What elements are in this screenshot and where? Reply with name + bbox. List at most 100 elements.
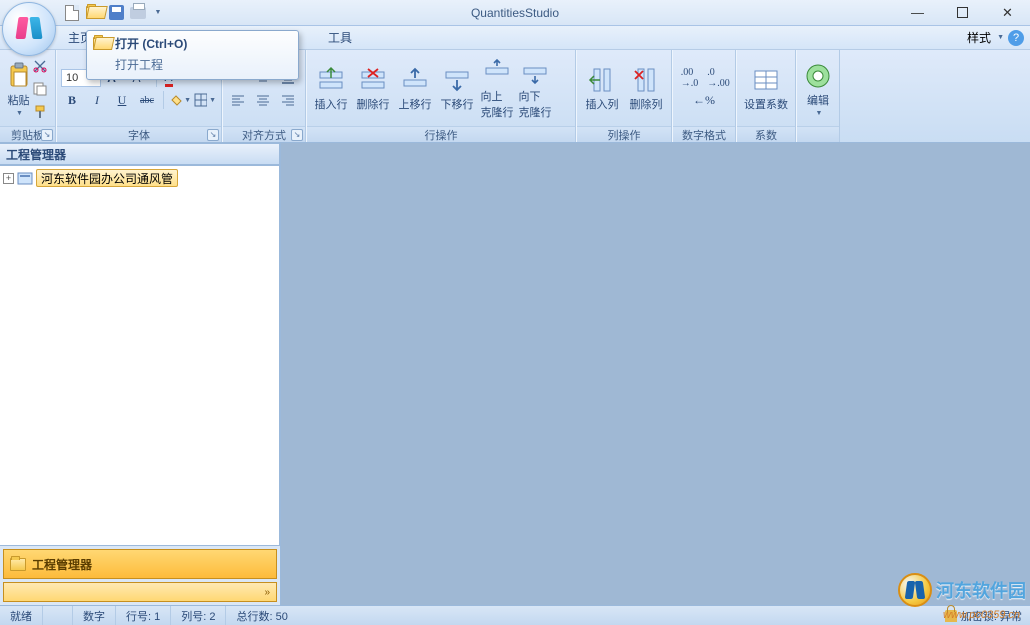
folder-icon: [10, 558, 26, 571]
workspace-area: [281, 143, 1030, 605]
ribbon-group-clipboard: 粘贴 ▼ 剪贴板↘: [0, 50, 56, 142]
tooltip-title-text: 打开 (Ctrl+O): [115, 35, 187, 52]
label: 编辑: [807, 92, 829, 108]
qat-customize-dropdown[interactable]: ▼: [150, 9, 164, 16]
folder-open-icon: [86, 6, 102, 19]
italic-button[interactable]: I: [86, 90, 108, 110]
label: 插入列: [586, 96, 619, 112]
dialog-launcher-icon[interactable]: ↘: [207, 129, 219, 141]
project-icon: [17, 171, 33, 185]
minimize-button[interactable]: —: [895, 1, 940, 25]
folder-open-icon: [93, 37, 109, 50]
align-right-icon: [281, 93, 295, 107]
up-button[interactable]: 向上克隆行: [479, 54, 515, 124]
increase-decimal-button[interactable]: .00→.0: [677, 68, 703, 88]
strike-button[interactable]: abc: [136, 90, 158, 110]
align-center-button[interactable]: [252, 90, 274, 110]
format-painter-button[interactable]: [29, 102, 51, 122]
underline-button[interactable]: U: [111, 90, 133, 110]
new-doc-icon: [65, 5, 79, 21]
insert-col-button[interactable]: 插入列: [581, 54, 623, 124]
border-icon: [194, 93, 207, 107]
save-icon: [109, 5, 124, 20]
ribbon-group-col-ops: 插入列 删除列 列操作: [576, 50, 672, 142]
edit-icon: [804, 62, 832, 90]
status-num: 数字: [73, 606, 116, 625]
chevron-down-icon: ▼: [16, 110, 23, 117]
print-icon: [130, 7, 146, 19]
delete-row-icon: [359, 66, 387, 94]
status-lock: 加密锁: 异常: [961, 608, 1022, 624]
qat-print-button[interactable]: [128, 3, 148, 23]
group-label: 剪贴板↘: [0, 126, 55, 142]
align-left-button[interactable]: [227, 90, 249, 110]
edit-button[interactable]: 编辑 ▼: [801, 54, 835, 124]
close-button[interactable]: ✕: [985, 1, 1030, 25]
chevron-down-icon: ▼: [816, 110, 823, 117]
dialog-launcher-icon[interactable]: ↘: [41, 129, 53, 141]
insert-row-icon: [317, 66, 345, 94]
delete-col-button[interactable]: 删除列: [625, 54, 667, 124]
chevron-right-icon: »: [264, 587, 270, 598]
moveup-icon: [401, 66, 429, 94]
align-right-button[interactable]: [277, 90, 299, 110]
title-bar: ▼ QuantitiesStudio — ✕: [0, 0, 1030, 26]
label: 删除列: [630, 96, 663, 112]
percent-button[interactable]: ←%: [691, 90, 717, 110]
dialog-launcher-icon[interactable]: ↘: [291, 129, 303, 141]
ribbon-group-row-ops: 插入行 删除行 上移行 下移行 向上克隆行 向下克隆行 行操作: [306, 50, 576, 142]
up-icon: [483, 58, 511, 86]
label: 设置系数: [744, 96, 788, 112]
app-logo-icon: [17, 17, 41, 41]
expand-toggle[interactable]: +: [3, 173, 14, 184]
down-button[interactable]: 向下克隆行: [517, 54, 553, 124]
nav-collapse-button[interactable]: »: [3, 582, 277, 602]
cut-button[interactable]: [29, 56, 51, 76]
ribbon-group-coefficient: 设置系数 系数: [736, 50, 796, 142]
insert-row-button[interactable]: 插入行: [311, 54, 351, 124]
label: 上移行: [399, 96, 432, 112]
group-label: 字体↘: [57, 126, 221, 142]
label: 插入行: [315, 96, 348, 112]
nav-pane-button[interactable]: 工程管理器: [3, 549, 277, 579]
tab-tools[interactable]: 工具: [318, 26, 362, 49]
project-tree[interactable]: + 河东软件园办公司通风管: [0, 165, 280, 546]
ribbon-group-number-format: .00→.0.0→.00 ←% 数字格式: [672, 50, 736, 142]
set-coefficient-button[interactable]: 设置系数: [741, 54, 791, 124]
maximize-icon: [957, 7, 968, 18]
border-button[interactable]: ▼: [194, 90, 216, 110]
sidebar-title: 工程管理器: [0, 143, 280, 165]
tooltip-subtitle: 打开工程: [115, 56, 292, 73]
bold-button[interactable]: B: [61, 90, 83, 110]
label: 向上克隆行: [481, 88, 514, 120]
open-tooltip: 打开 (Ctrl+O) 打开工程: [86, 30, 299, 80]
copy-button[interactable]: [29, 79, 51, 99]
decrease-decimal-button[interactable]: .0→.00: [706, 68, 732, 88]
group-label: 行操作: [307, 126, 575, 142]
help-button[interactable]: ?: [1008, 30, 1024, 46]
fill-color-button[interactable]: ▼: [169, 90, 191, 110]
tree-item[interactable]: + 河东软件园办公司通风管: [3, 169, 276, 187]
app-orb-button[interactable]: [2, 2, 56, 56]
align-center-icon: [256, 93, 270, 107]
qat-open-button[interactable]: [84, 3, 104, 23]
project-sidebar: 工程管理器 + 河东软件园办公司通风管 工程管理器 »: [0, 143, 281, 605]
status-row: 行号: 1: [116, 606, 171, 625]
group-label: 数字格式: [673, 126, 735, 142]
down-icon: [521, 58, 549, 86]
qat-save-button[interactable]: [106, 3, 126, 23]
coef-icon: [752, 66, 780, 94]
nav-pane-label: 工程管理器: [32, 556, 92, 573]
movedown-icon: [443, 66, 471, 94]
delete-row-button[interactable]: 删除行: [353, 54, 393, 124]
move-down-row-button[interactable]: 下移行: [437, 54, 477, 124]
lock-icon: [945, 610, 957, 622]
chevron-down-icon: ▼: [155, 9, 162, 16]
move-up-row-button[interactable]: 上移行: [395, 54, 435, 124]
copy-icon: [33, 82, 47, 96]
qat-new-button[interactable]: [62, 3, 82, 23]
style-dropdown[interactable]: 样式: [967, 29, 991, 46]
tree-item-label: 河东软件园办公司通风管: [41, 170, 173, 187]
maximize-button[interactable]: [940, 1, 985, 25]
align-left-icon: [231, 93, 245, 107]
